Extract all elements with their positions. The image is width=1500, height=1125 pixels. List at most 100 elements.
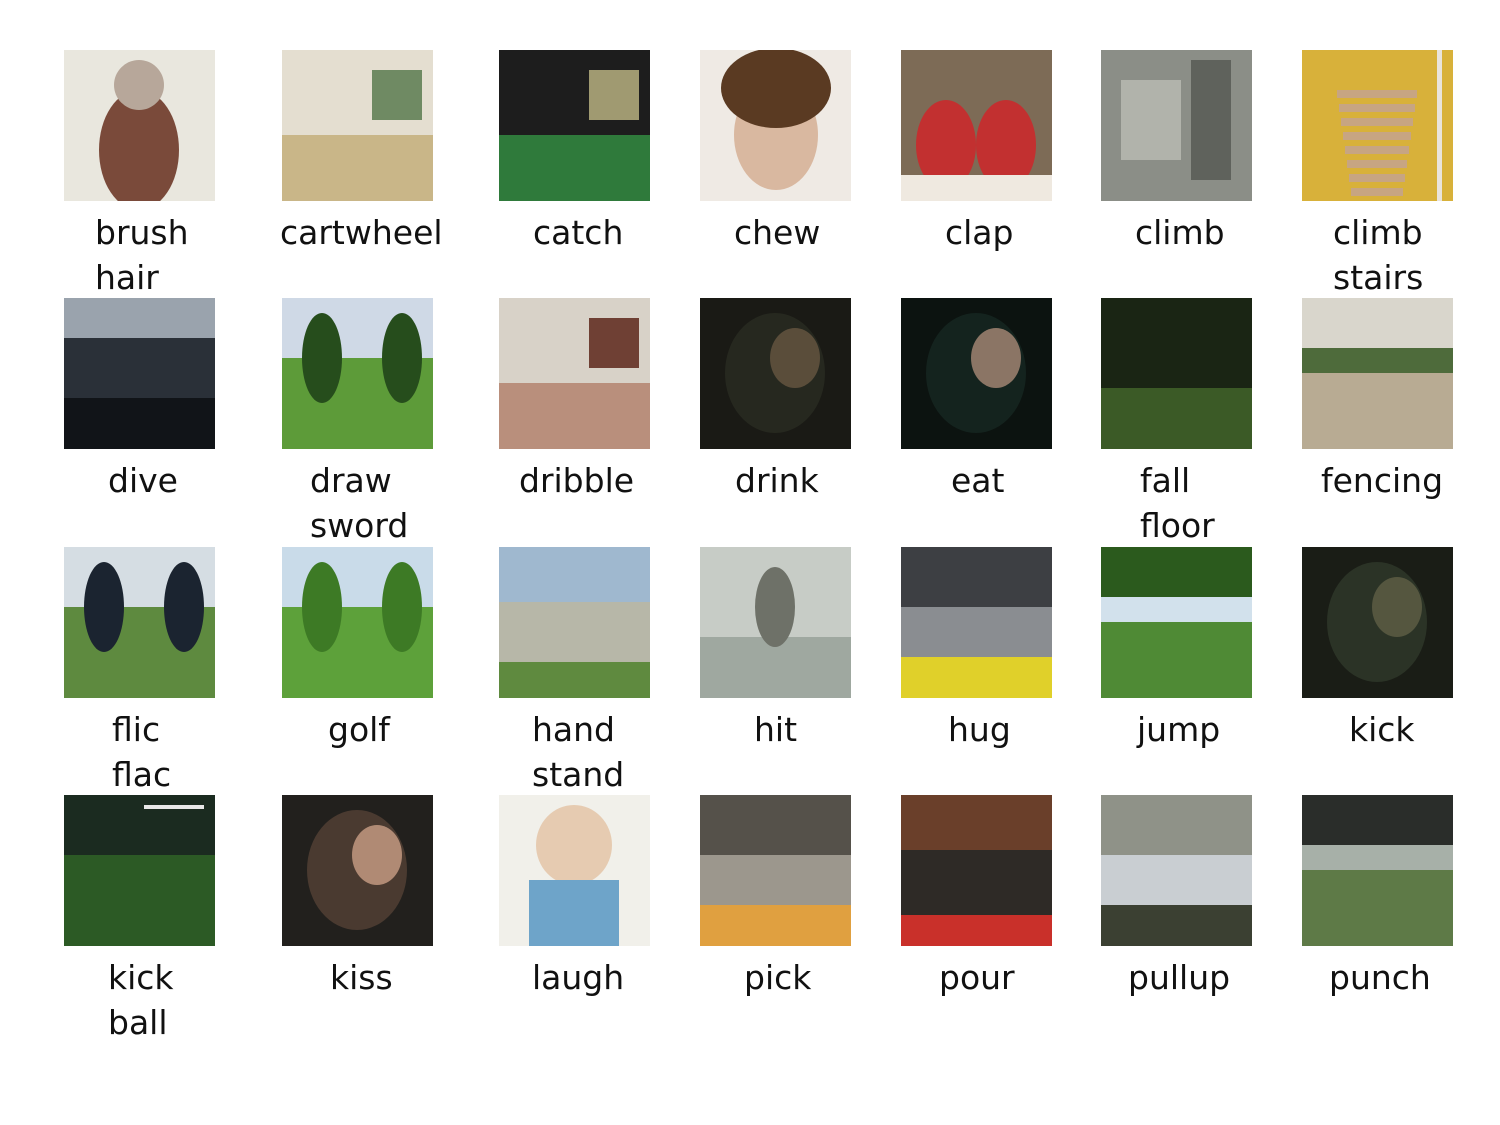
video-thumbnail xyxy=(499,795,650,946)
video-thumbnail xyxy=(700,298,851,449)
video-thumbnail xyxy=(1101,298,1252,449)
action-label: fall floor xyxy=(1140,461,1215,545)
thumbnail-image xyxy=(700,298,851,449)
wall-panel xyxy=(589,318,639,368)
thumbnail-image xyxy=(1302,298,1453,449)
floor xyxy=(499,383,650,449)
wall-panel xyxy=(372,70,422,120)
structure xyxy=(901,547,1052,607)
action-card: punch xyxy=(1302,795,1453,1040)
table xyxy=(901,175,1052,201)
thumbnail-image xyxy=(282,298,433,449)
thumbnail-image xyxy=(700,547,851,698)
thumbnail-image xyxy=(1101,50,1252,201)
head xyxy=(114,60,164,110)
action-card: draw sword xyxy=(282,298,433,545)
structure xyxy=(700,795,851,855)
thumbnail-image xyxy=(700,795,851,946)
grass xyxy=(1101,388,1252,449)
action-card: eat xyxy=(901,298,1052,543)
stair-step xyxy=(1337,90,1417,98)
video-thumbnail xyxy=(64,795,215,946)
action-card: kiss xyxy=(282,795,433,1040)
action-label: punch xyxy=(1329,958,1431,997)
rock-shadow xyxy=(1191,60,1231,180)
hair xyxy=(721,50,831,128)
action-card: fencing xyxy=(1302,298,1453,543)
action-thumbnail-grid: brush hair cartwheel catch chew clap climb cli… xyxy=(0,0,1500,1125)
action-label: cartwheel xyxy=(280,213,443,252)
thumbnail-image xyxy=(1101,547,1252,698)
action-label: flic flac xyxy=(112,710,172,794)
video-thumbnail xyxy=(282,298,433,449)
grass xyxy=(499,662,650,698)
video-thumbnail xyxy=(700,547,851,698)
action-card: jump xyxy=(1101,547,1252,792)
thumbnail-image xyxy=(901,298,1052,449)
video-thumbnail xyxy=(1302,50,1453,201)
thumbnail-image xyxy=(1302,795,1453,946)
thumbnail-image xyxy=(901,795,1052,946)
action-card: brush hair xyxy=(64,50,215,297)
video-thumbnail xyxy=(64,50,215,201)
action-card: catch xyxy=(499,50,650,295)
thumbnail-image xyxy=(499,547,650,698)
baby-head xyxy=(536,805,612,885)
thumbnail-image xyxy=(1101,795,1252,946)
action-card: flic flac xyxy=(64,547,215,794)
video-thumbnail xyxy=(901,298,1052,449)
stair-step xyxy=(1349,174,1405,182)
action-label: fencing xyxy=(1321,461,1444,500)
thumbnail-image xyxy=(282,547,433,698)
figure xyxy=(755,567,795,647)
action-label: catch xyxy=(533,213,624,252)
tree xyxy=(382,313,422,403)
action-card: laugh xyxy=(499,795,650,1040)
wall-panel xyxy=(589,70,639,120)
action-card: pour xyxy=(901,795,1052,1040)
action-card: dive xyxy=(64,298,215,543)
action-label: kiss xyxy=(330,958,393,997)
video-thumbnail xyxy=(1302,547,1453,698)
treeline xyxy=(1302,348,1453,373)
action-card: climb stairs xyxy=(1302,50,1453,297)
ground xyxy=(1101,905,1252,946)
highlight xyxy=(770,328,820,388)
action-card: kick ball xyxy=(64,795,215,1042)
counter xyxy=(901,915,1052,946)
highlight xyxy=(1372,577,1422,637)
handrail xyxy=(1437,50,1442,201)
ground xyxy=(700,905,851,946)
highlight xyxy=(971,328,1021,388)
action-label: climb stairs xyxy=(1333,213,1424,297)
action-card: drink xyxy=(700,298,851,543)
thumbnail-image xyxy=(64,795,215,946)
action-label: pour xyxy=(939,958,1015,997)
structure xyxy=(1101,795,1252,855)
tree xyxy=(302,313,342,403)
shelves xyxy=(901,795,1052,850)
floor xyxy=(499,135,650,201)
sky xyxy=(499,547,650,602)
stair-step xyxy=(1341,118,1413,126)
thumbnail-image xyxy=(282,50,433,201)
stands xyxy=(64,795,215,855)
thumbnail-image xyxy=(901,547,1052,698)
action-card: hit xyxy=(700,547,851,792)
thumbnail-image xyxy=(1302,50,1453,201)
action-card: pullup xyxy=(1101,795,1252,1040)
action-label: dive xyxy=(108,461,178,500)
video-thumbnail xyxy=(1101,547,1252,698)
video-thumbnail xyxy=(700,795,851,946)
action-label: clap xyxy=(945,213,1014,252)
action-label: kick ball xyxy=(108,958,174,1042)
video-thumbnail xyxy=(64,298,215,449)
action-card: golf xyxy=(282,547,433,792)
action-card: kick xyxy=(1302,547,1453,792)
video-thumbnail xyxy=(282,795,433,946)
action-label: eat xyxy=(951,461,1005,500)
tree xyxy=(164,562,204,652)
action-label: hand stand xyxy=(532,710,625,794)
ground xyxy=(1101,617,1252,698)
action-label: hit xyxy=(754,710,798,749)
